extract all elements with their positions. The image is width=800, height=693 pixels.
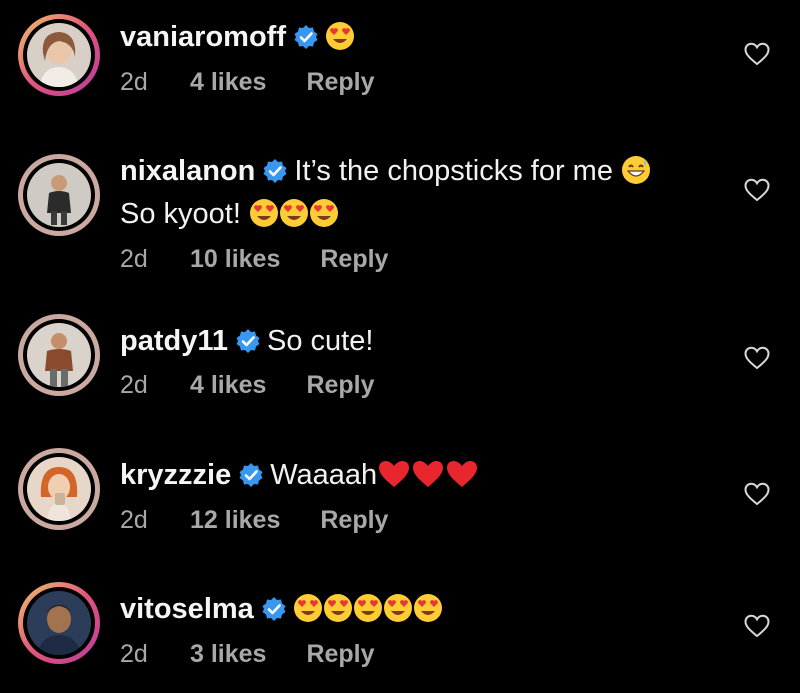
verified-badge-icon xyxy=(261,594,287,632)
comment-time: 2d xyxy=(120,371,148,399)
avatar-story-ring[interactable] xyxy=(18,154,100,236)
heart-eyes-emoji xyxy=(309,198,339,238)
reply-button[interactable]: Reply xyxy=(306,67,374,97)
avatar xyxy=(27,457,91,521)
comment-time: 2d xyxy=(120,506,148,534)
avatar xyxy=(27,591,91,655)
username[interactable]: patdy11 xyxy=(120,325,228,357)
avatar-story-ring[interactable] xyxy=(18,314,100,396)
verified-badge-icon xyxy=(238,460,264,498)
heart-outline-icon[interactable] xyxy=(744,482,770,506)
heart-eyes-emoji xyxy=(325,21,355,61)
comment-text-continued: So kyoot! xyxy=(120,198,241,230)
username[interactable]: kryzzzie xyxy=(120,459,231,491)
heart-eyes-emoji xyxy=(323,593,353,633)
reply-button[interactable]: Reply xyxy=(320,505,388,535)
username[interactable]: vitoselma xyxy=(120,593,254,625)
heart-eyes-emoji xyxy=(413,593,443,633)
avatar-story-ring[interactable] xyxy=(18,448,100,530)
comment-time: 2d xyxy=(120,68,148,96)
heart-eyes-emoji xyxy=(249,198,279,238)
username[interactable]: vaniaromoff xyxy=(120,21,286,53)
likes-count[interactable]: 10 likes xyxy=(190,244,280,274)
avatar-story-ring[interactable] xyxy=(18,14,100,96)
avatar-story-ring[interactable] xyxy=(18,582,100,664)
verified-badge-icon xyxy=(293,22,319,60)
heart-eyes-emoji xyxy=(353,593,383,633)
red-heart-emoji xyxy=(411,459,445,499)
verified-badge-icon xyxy=(235,326,261,364)
avatar xyxy=(27,323,91,387)
username[interactable]: nixalanon xyxy=(120,155,255,187)
comment-text: Waaaah xyxy=(270,459,378,491)
heart-outline-icon[interactable] xyxy=(744,178,770,202)
likes-count[interactable]: 4 likes xyxy=(190,67,266,97)
avatar xyxy=(27,23,91,87)
avatar xyxy=(27,163,91,227)
likes-count[interactable]: 3 likes xyxy=(190,639,266,669)
heart-eyes-emoji xyxy=(383,593,413,633)
comment-time: 2d xyxy=(120,245,148,273)
heart-eyes-emoji xyxy=(293,593,323,633)
red-heart-emoji xyxy=(445,459,479,499)
heart-eyes-emoji xyxy=(279,198,309,238)
grinning-sweat-emoji xyxy=(621,155,651,195)
heart-outline-icon[interactable] xyxy=(744,346,770,370)
heart-outline-icon[interactable] xyxy=(744,42,770,66)
reply-button[interactable]: Reply xyxy=(306,370,374,400)
reply-button[interactable]: Reply xyxy=(306,639,374,669)
heart-outline-icon[interactable] xyxy=(744,614,770,638)
reply-button[interactable]: Reply xyxy=(320,244,388,274)
red-heart-emoji xyxy=(377,459,411,499)
verified-badge-icon xyxy=(262,156,288,194)
comment-text: It’s the chopsticks for me xyxy=(294,155,613,187)
comment-text: So cute! xyxy=(267,325,374,357)
comment-time: 2d xyxy=(120,640,148,668)
likes-count[interactable]: 12 likes xyxy=(190,505,280,535)
likes-count[interactable]: 4 likes xyxy=(190,370,266,400)
